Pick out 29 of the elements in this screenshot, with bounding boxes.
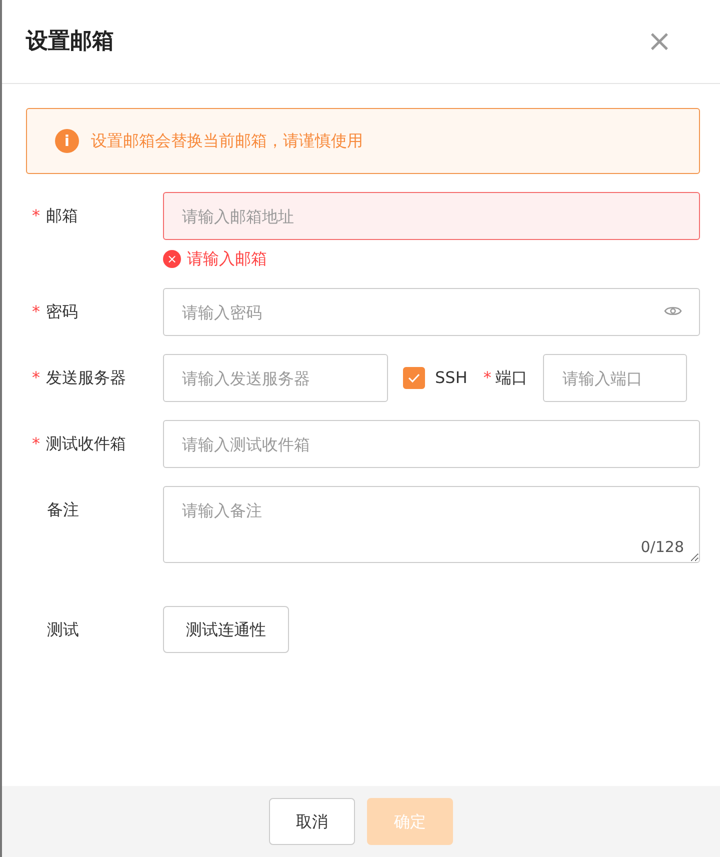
field-label: 发送服务器 [46,367,126,389]
test-connection-button[interactable]: 测试连通性 [163,606,289,653]
alert-text: 设置邮箱会替换当前邮箱，请谨慎使用 [91,130,363,152]
eye-icon[interactable] [664,304,682,318]
field-label: 测试收件箱 [46,433,126,455]
error-icon: × [163,250,181,268]
check-icon [407,372,421,384]
error-message: 请输入邮箱 [187,248,267,270]
input-field[interactable]: 请输入发送服务器 [163,354,388,402]
cancel-button[interactable]: 取消 [269,798,355,845]
input-field[interactable]: 请输入测试收件箱 [163,420,700,468]
field-label: 邮箱 [46,205,78,227]
field-label: 测试 [47,619,79,641]
input-field[interactable]: 请输入邮箱地址 [163,192,700,240]
dialog-title: 设置邮箱 [26,28,114,56]
field-label: 密码 [46,301,78,323]
info-icon: i [55,129,79,153]
field-label: 备注 [47,499,79,521]
checkbox[interactable] [403,367,425,389]
checkbox-label: SSH [435,367,468,389]
required-mark: * [32,367,40,389]
required-mark: * [32,205,40,227]
required-mark: * [32,301,40,323]
field-label: 端口 [495,367,528,389]
character-counter: 0/128 [640,536,684,558]
required-mark: * [483,367,492,389]
required-mark: * [32,433,40,455]
port-field[interactable]: 请输入端口 [543,354,688,402]
password-field[interactable]: 请输入密码 [163,288,700,336]
